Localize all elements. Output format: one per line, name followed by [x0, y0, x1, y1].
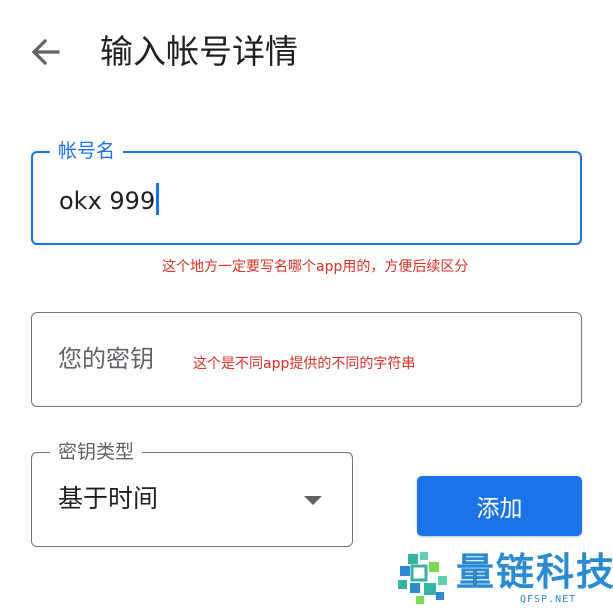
add-button[interactable]: 添加 [417, 476, 582, 536]
watermark: 量链科技 QFSP.NET [396, 548, 613, 608]
triangle-down-icon[interactable] [304, 496, 322, 505]
key-type-select[interactable]: 密钥类型 基于时间 [31, 440, 353, 547]
account-name-value: okx 999 [59, 187, 156, 215]
watermark-title: 量链科技 [456, 550, 613, 594]
arrow-left-icon [31, 38, 60, 66]
account-name-field[interactable]: 帐号名 okx 999 [31, 139, 582, 245]
account-name-note: 这个地方一定要写名哪个app用的，方便后续区分 [162, 259, 469, 275]
watermark-subtitle: QFSP.NET [520, 594, 577, 605]
page-title: 输入帐号详情 [100, 32, 298, 71]
add-account-screen: 输入帐号详情 帐号名 okx 999 这个地方一定要写名哪个app用的，方便后续… [0, 0, 613, 610]
back-button[interactable] [24, 30, 68, 74]
account-name-label: 帐号名 [50, 139, 124, 163]
key-type-label: 密钥类型 [50, 440, 143, 464]
account-name-input[interactable]: okx 999 [59, 183, 160, 216]
text-caret [156, 183, 160, 215]
secret-key-placeholder: 您的密钥 [58, 345, 154, 373]
key-type-value: 基于时间 [58, 484, 159, 513]
mosaic-logo-icon [398, 552, 447, 604]
secret-key-note: 这个是不同app提供的不同的字符串 [193, 356, 416, 372]
secret-key-field[interactable]: 您的密钥 这个是不同app提供的不同的字符串 [31, 312, 582, 407]
